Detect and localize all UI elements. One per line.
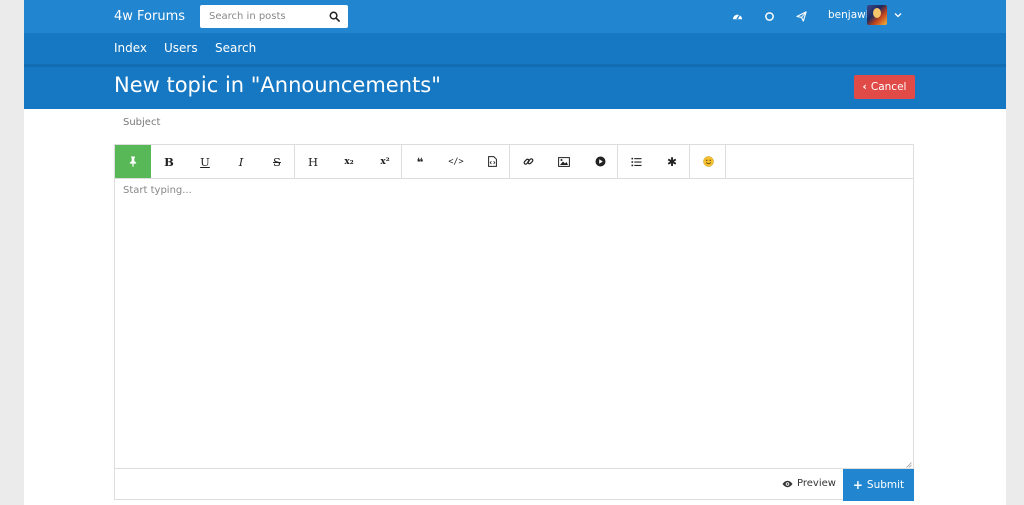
smiley-icon: [702, 156, 714, 167]
search-icon[interactable]: [329, 11, 340, 22]
brand-link[interactable]: 4w Forums: [114, 9, 185, 24]
body-textarea[interactable]: [115, 179, 913, 468]
topbar: 4w Forums benjawl: [24, 0, 1006, 33]
toolbar-divider: [725, 145, 726, 178]
subject-input[interactable]: [114, 110, 914, 135]
pin-icon: [129, 156, 137, 167]
page-header: New topic in "Announcements" ‹ Cancel: [24, 64, 1006, 109]
search-input[interactable]: [200, 5, 324, 28]
emoji-button[interactable]: [690, 145, 726, 178]
underline-button[interactable]: U: [187, 145, 223, 178]
list-icon: [631, 157, 641, 166]
video-button[interactable]: [582, 145, 618, 178]
asterisk-button[interactable]: ✱: [654, 145, 690, 178]
cancel-button[interactable]: ‹ Cancel: [854, 75, 915, 99]
page-title: New topic in "Announcements": [114, 73, 441, 97]
image-button[interactable]: [546, 145, 582, 178]
messages-icon[interactable]: [796, 11, 807, 22]
composer: B U I S H x₂ x² ❝ </> ✱ Start typing... …: [114, 144, 914, 501]
nav-item-search[interactable]: Search: [215, 41, 256, 55]
eye-icon: [782, 480, 793, 487]
submit-button[interactable]: + Submit: [843, 469, 914, 501]
strikethrough-button[interactable]: S: [259, 145, 295, 178]
submit-label: Submit: [866, 479, 905, 491]
preview-label: Preview: [797, 478, 836, 489]
plus-icon: +: [852, 478, 863, 492]
link-button[interactable]: [510, 145, 546, 178]
quote-button[interactable]: ❝: [402, 145, 438, 178]
list-button[interactable]: [618, 145, 654, 178]
formatting-toolbar: B U I S H x₂ x² ❝ </> ✱: [115, 145, 913, 179]
chevron-down-icon[interactable]: [894, 11, 902, 19]
notifications-icon[interactable]: [764, 11, 775, 22]
link-icon: [523, 158, 533, 165]
nav-item-users[interactable]: Users: [164, 41, 198, 55]
bold-button[interactable]: B: [151, 145, 187, 178]
username-label[interactable]: benjawl: [828, 9, 869, 21]
image-icon: [558, 156, 570, 167]
app-window: 4w Forums benjawl Index Users: [24, 0, 1006, 505]
dashboard-icon[interactable]: [732, 11, 743, 22]
search-box: [200, 5, 348, 28]
code-button[interactable]: </>: [438, 145, 474, 178]
superscript-button[interactable]: x²: [367, 145, 403, 178]
italic-button[interactable]: I: [223, 145, 259, 178]
subscript-button[interactable]: x₂: [331, 145, 367, 178]
chevron-left-icon: ‹: [862, 81, 867, 93]
nav-item-index[interactable]: Index: [114, 41, 147, 55]
cancel-label: Cancel: [870, 81, 907, 93]
composer-footer: Preview + Submit: [115, 468, 914, 501]
file-button[interactable]: [474, 145, 510, 178]
play-circle-icon: [595, 156, 605, 167]
main-nav: Index Users Search: [24, 33, 1006, 64]
file-code-icon: [487, 156, 497, 167]
pin-button[interactable]: [115, 145, 151, 178]
preview-button[interactable]: Preview: [782, 478, 836, 489]
avatar[interactable]: [867, 5, 887, 25]
heading-button[interactable]: H: [295, 145, 331, 178]
